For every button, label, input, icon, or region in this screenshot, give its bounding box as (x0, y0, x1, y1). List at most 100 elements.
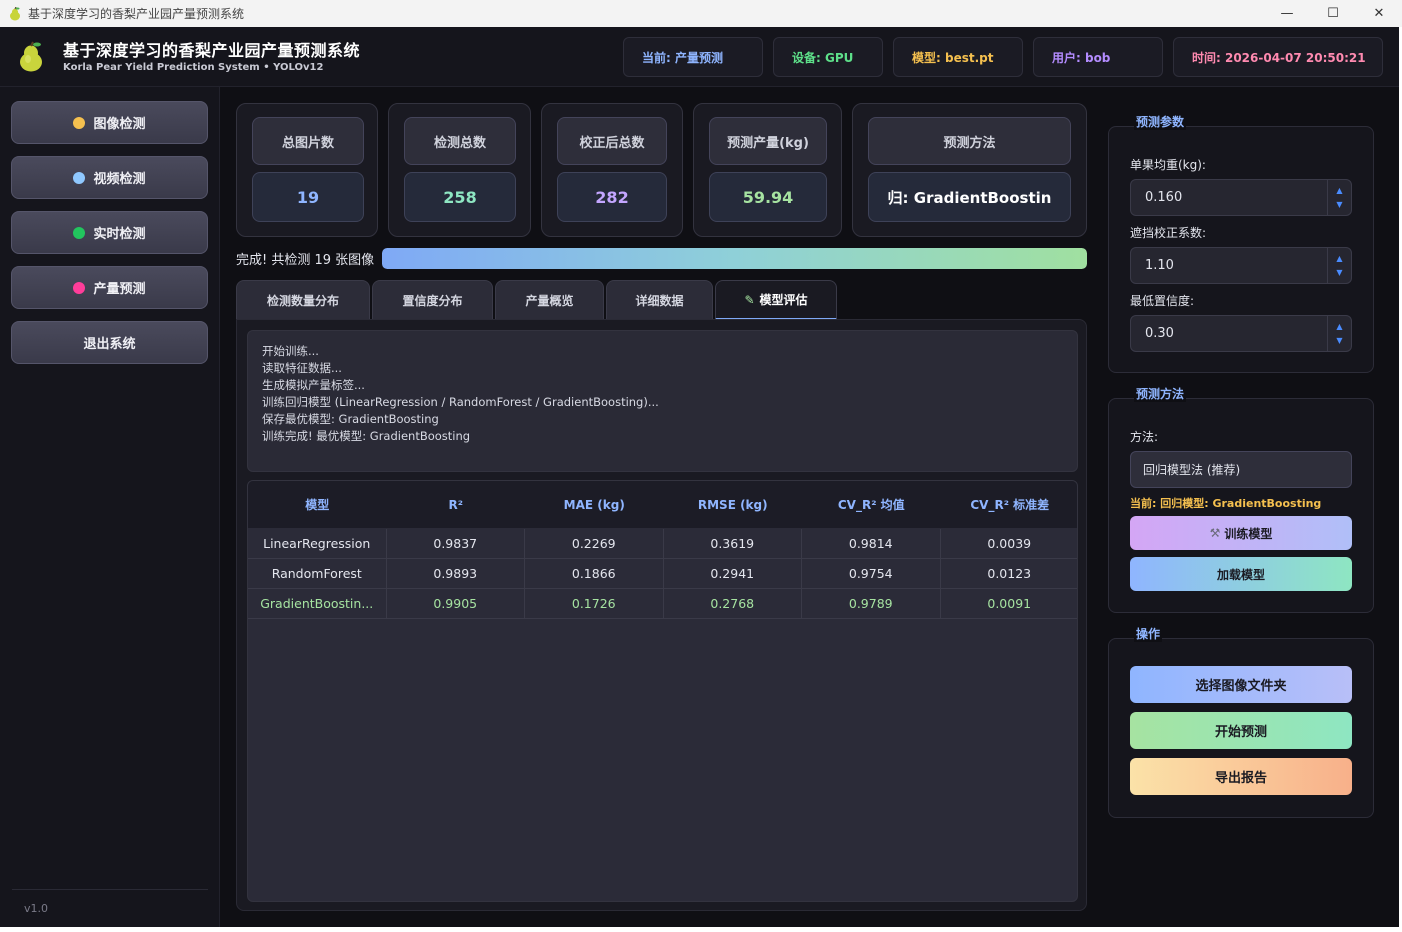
stat-card-total-images: 总图片数 19 (236, 103, 378, 237)
pencil-icon: ✎ (744, 292, 755, 307)
nav-dot-icon (73, 226, 86, 239)
export-report-button[interactable]: 导出报告 (1130, 758, 1352, 795)
tab-yield-overview[interactable]: 产量概览 (495, 280, 604, 320)
table-cell: LinearRegression (248, 529, 387, 558)
arrow-down-icon[interactable]: ▼ (1336, 198, 1342, 212)
table-cell: 0.9837 (387, 529, 525, 558)
table-cell: 0.9754 (802, 559, 941, 588)
select-folder-button[interactable]: 选择图像文件夹 (1130, 666, 1352, 703)
method-current-text: 当前: 回归模型: GradientBoosting (1130, 497, 1322, 510)
table-header-cell[interactable]: R² (387, 481, 526, 528)
table-row-best[interactable]: GradientBoostin... 0.9905 0.1726 0.2768 … (248, 589, 1078, 619)
table-header-cell[interactable]: MAE (kg) (525, 481, 664, 528)
stat-value: 归: GradientBoostin (868, 172, 1071, 222)
device-chip: 设备: GPU (773, 37, 883, 77)
min-conf-value: 0.30 (1145, 326, 1174, 341)
table-cell: 0.9789 (802, 589, 941, 618)
minimize-button[interactable]: — (1264, 0, 1310, 27)
train-model-button[interactable]: ⚒ 训练模型 (1130, 516, 1352, 550)
model-eval-panel: 开始训练... 读取特征数据... 生成模拟产量标签... 训练回归模型 (Li… (236, 319, 1087, 911)
method-group-title: 预测方法 (1134, 385, 1187, 402)
spin-arrows[interactable]: ▲ ▼ (1327, 180, 1351, 215)
occlusion-value: 1.10 (1145, 258, 1174, 273)
stat-card-method: 预测方法 归: GradientBoostin (852, 103, 1087, 237)
pear-logo-icon (20, 41, 42, 72)
log-line: 训练回归模型 (LinearRegression / RandomForest … (262, 395, 659, 409)
stat-card-predicted-yield: 预测产量(kg) 59.94 (693, 103, 842, 237)
unit-weight-spinbox[interactable]: 0.160 ▲ ▼ (1130, 179, 1352, 216)
stat-label: 检测总数 (404, 117, 516, 165)
min-conf-spinbox[interactable]: 0.30 ▲ ▼ (1130, 315, 1352, 352)
train-model-label: 训练模型 (1224, 526, 1273, 541)
app-subtitle: Korla Pear Yield Prediction System • YOL… (63, 62, 324, 73)
close-button[interactable]: ✕ (1356, 0, 1402, 27)
tab-detection-count[interactable]: 检测数量分布 (236, 280, 370, 320)
spin-arrows[interactable]: ▲ ▼ (1327, 316, 1351, 351)
arrow-up-icon[interactable]: ▲ (1336, 184, 1342, 198)
nav-realtime-detection-button[interactable]: 实时检测 (11, 211, 208, 254)
table-cell: GradientBoostin... (248, 589, 387, 618)
tab-confidence[interactable]: 置信度分布 (372, 280, 493, 320)
table-row[interactable]: RandomForest 0.9893 0.1866 0.2941 0.9754… (248, 559, 1078, 589)
table-cell: 0.0039 (941, 529, 1078, 558)
arrow-down-icon[interactable]: ▼ (1336, 334, 1342, 348)
sidebar-divider (12, 889, 208, 890)
nav-image-detection-button[interactable]: 图像检测 (11, 101, 208, 144)
table-cell: 0.1726 (525, 589, 664, 618)
nav-label: 实时检测 (93, 227, 146, 242)
table-cell: 0.1866 (525, 559, 664, 588)
table-cell: 0.0123 (941, 559, 1078, 588)
nav-dot-icon (73, 171, 86, 184)
table-header-cell[interactable]: 模型 (248, 481, 387, 528)
table-cell: RandomForest (248, 559, 387, 588)
method-select[interactable]: 回归模型法 (推荐) (1130, 451, 1352, 488)
pear-app-icon (10, 6, 20, 20)
log-line: 保存最优模型: GradientBoosting (262, 412, 439, 426)
progress-fill (382, 248, 1087, 269)
table-cell: 0.9814 (802, 529, 941, 558)
load-model-button[interactable]: 加载模型 (1130, 557, 1352, 591)
params-group-title: 预测参数 (1134, 113, 1187, 130)
eval-table: 模型 R² MAE (kg) RMSE (kg) CV_R² 均值 CV_R² … (247, 480, 1078, 902)
stat-label: 预测产量(kg) (709, 117, 827, 165)
nav-label: 视频检测 (93, 172, 146, 187)
unit-weight-value: 0.160 (1145, 190, 1183, 205)
table-header-cell[interactable]: CV_R² 均值 (802, 481, 941, 528)
nav-yield-prediction-button[interactable]: 产量预测 (11, 266, 208, 309)
window-titlebar: 基于深度学习的香梨产业园产量预测系统 — ☐ ✕ (0, 0, 1402, 27)
nav-label: 图像检测 (93, 117, 146, 132)
table-header-cell[interactable]: CV_R² 标准差 (941, 481, 1078, 528)
table-cell: 0.9905 (387, 589, 525, 618)
nav-exit-button[interactable]: 退出系统 (11, 321, 208, 364)
table-cell: 0.2768 (664, 589, 802, 618)
tab-detail-data[interactable]: 详细数据 (606, 280, 713, 320)
log-line: 读取特征数据... (262, 361, 342, 375)
app-window: 基于深度学习的香梨产业园产量预测系统 Korla Pear Yield Pred… (0, 27, 1399, 927)
table-cell: 0.2941 (664, 559, 802, 588)
table-header-cell[interactable]: RMSE (kg) (664, 481, 803, 528)
table-header: 模型 R² MAE (kg) RMSE (kg) CV_R² 均值 CV_R² … (248, 481, 1078, 528)
maximize-button[interactable]: ☐ (1310, 0, 1356, 27)
actions-group-title: 操作 (1134, 625, 1163, 642)
stat-label: 总图片数 (252, 117, 364, 165)
stat-value: 258 (404, 172, 516, 222)
log-line: 训练完成! 最优模型: GradientBoosting (262, 429, 471, 443)
start-prediction-button[interactable]: 开始预测 (1130, 712, 1352, 749)
app-title: 基于深度学习的香梨产业园产量预测系统 (63, 41, 361, 60)
arrow-up-icon[interactable]: ▲ (1336, 320, 1342, 334)
arrow-up-icon[interactable]: ▲ (1336, 252, 1342, 266)
unit-weight-label: 单果均重(kg): (1130, 158, 1206, 172)
stat-value: 282 (557, 172, 667, 222)
tab-model-eval[interactable]: ✎ 模型评估 (715, 280, 837, 320)
log-line: 开始训练... (262, 344, 319, 358)
nav-video-detection-button[interactable]: 视频检测 (11, 156, 208, 199)
table-cell: 0.9893 (387, 559, 525, 588)
time-chip: 时间: 2026-04-07 20:50:21 (1173, 37, 1383, 77)
spin-arrows[interactable]: ▲ ▼ (1327, 248, 1351, 283)
app-header: 基于深度学习的香梨产业园产量预测系统 Korla Pear Yield Pred… (0, 27, 1399, 87)
table-row[interactable]: LinearRegression 0.9837 0.2269 0.3619 0.… (248, 529, 1078, 559)
table-cell: 0.0091 (941, 589, 1078, 618)
occlusion-spinbox[interactable]: 1.10 ▲ ▼ (1130, 247, 1352, 284)
method-label: 方法: (1130, 430, 1159, 444)
arrow-down-icon[interactable]: ▼ (1336, 266, 1342, 280)
